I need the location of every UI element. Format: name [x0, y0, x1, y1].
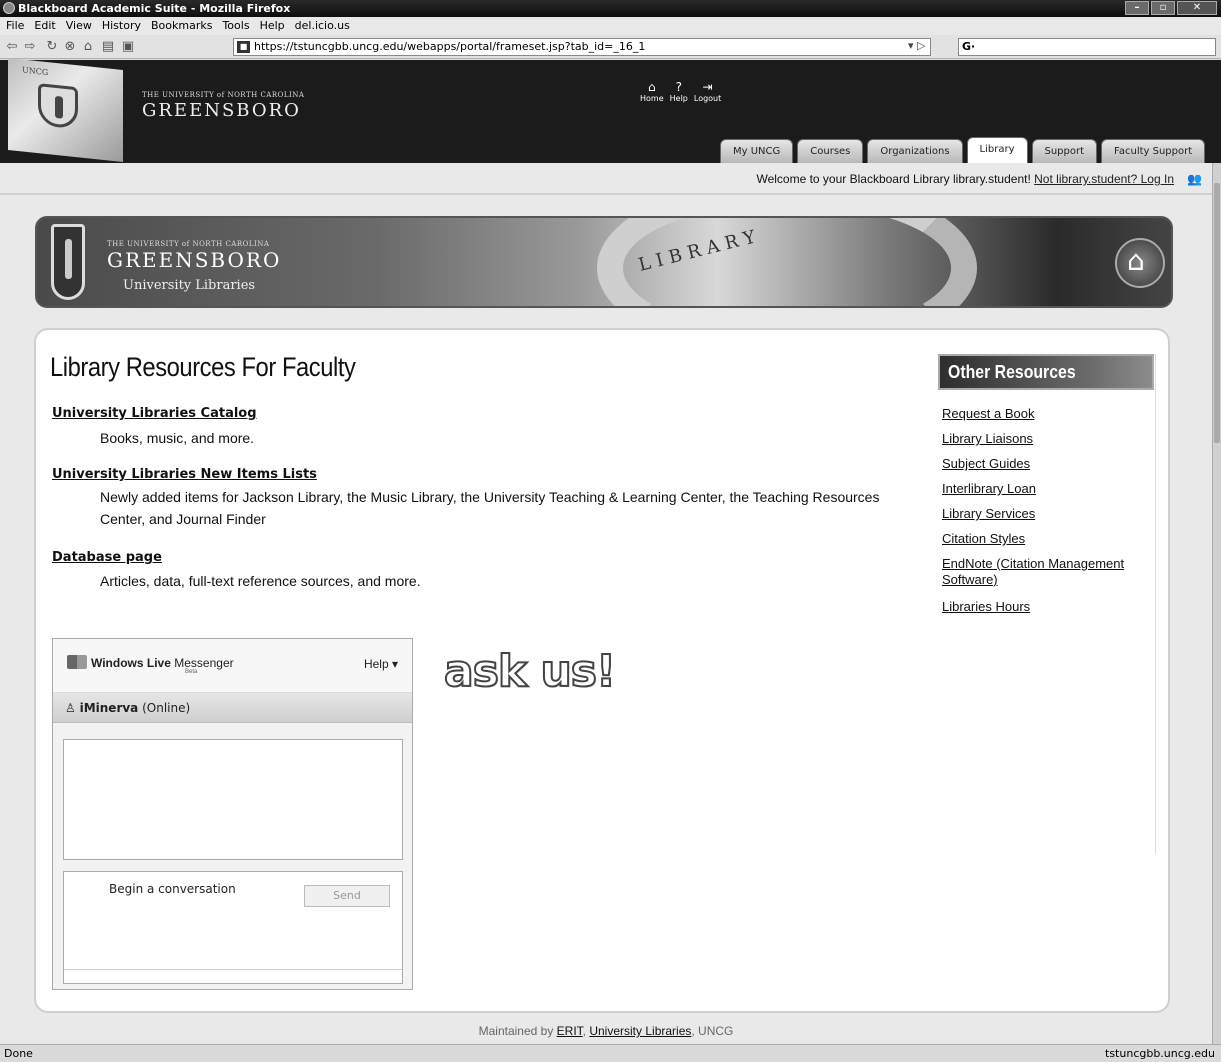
- message-input[interactable]: Begin a conversation Send: [63, 871, 403, 984]
- other-resources: Other Resources Request a Book Library L…: [936, 354, 1156, 854]
- window-controls: – ▫ ✕: [1125, 1, 1217, 15]
- messenger-header: Windows Live Messenger Beta Help ▾: [53, 639, 412, 693]
- bookmark-icon[interactable]: ▣: [120, 39, 136, 55]
- menu-view[interactable]: View: [66, 17, 92, 35]
- menu-edit[interactable]: Edit: [34, 17, 55, 35]
- catalog-link[interactable]: University Libraries Catalog: [52, 406, 257, 421]
- users-icon: 👥: [1187, 172, 1202, 186]
- main-panel: Library Resources For Faculty University…: [34, 328, 1170, 1013]
- home-icon[interactable]: ⌂: [80, 39, 96, 55]
- messenger-help-menu[interactable]: Help ▾: [364, 657, 398, 671]
- login-link[interactable]: Not library.student? Log In: [1034, 172, 1174, 186]
- footer: Maintained by ERIT, University Libraries…: [478, 1024, 734, 1038]
- menu-file[interactable]: File: [6, 17, 24, 35]
- maximize-button[interactable]: ▫: [1151, 1, 1175, 15]
- banner-name: GREENSBORO: [107, 248, 282, 272]
- window-title: Blackboard Academic Suite - Mozilla Fire…: [18, 2, 291, 15]
- menu-bookmarks[interactable]: Bookmarks: [151, 17, 212, 35]
- scroll-thumb[interactable]: [1214, 183, 1220, 443]
- contact-status: ♙ iMinerva (Online): [53, 693, 412, 723]
- print-icon[interactable]: ▤: [100, 39, 116, 55]
- tab-organizations[interactable]: Organizations: [867, 139, 963, 163]
- divider: [0, 193, 1212, 195]
- ask-us-graphic: ask us!: [443, 645, 617, 698]
- status-bar: Done tstuncgbb.uncg.edu: [0, 1044, 1221, 1062]
- site-identity-icon[interactable]: ■: [237, 41, 250, 53]
- shield-icon: [51, 224, 85, 300]
- conversation-prompt: Begin a conversation: [109, 882, 236, 896]
- content-frame: Welcome to your Blackboard Library libra…: [0, 163, 1212, 1044]
- citation-styles-link[interactable]: Citation Styles: [942, 531, 1152, 547]
- tab-support[interactable]: Support: [1031, 139, 1098, 163]
- institution-name: GREENSBORO: [142, 100, 301, 121]
- library-banner: THE UNIVERSITY of NORTH CAROLINA GREENSB…: [35, 216, 1173, 308]
- send-button[interactable]: Send: [304, 885, 390, 907]
- welcome-message: Welcome to your Blackboard Library libra…: [756, 172, 1202, 186]
- library-liaisons-link[interactable]: Library Liaisons: [942, 431, 1152, 447]
- person-icon: ♙: [65, 701, 76, 715]
- database-desc: Articles, data, full-text reference sour…: [100, 573, 421, 589]
- banner-small-text: THE UNIVERSITY of NORTH CAROLINA: [107, 240, 270, 248]
- home-icon[interactable]: [1115, 238, 1165, 288]
- windows-flag-icon: [67, 655, 87, 669]
- menu-delicious[interactable]: del.icio.us: [295, 17, 350, 35]
- status-text: Done: [4, 1047, 33, 1060]
- page-title: Library Resources For Faculty: [50, 352, 356, 382]
- help-icon: ?: [675, 80, 682, 94]
- interlibrary-loan-link[interactable]: Interlibrary Loan: [942, 481, 1152, 497]
- tab-courses[interactable]: Courses: [797, 139, 864, 163]
- logout-link[interactable]: ⇥ Logout: [694, 80, 721, 103]
- navigation-toolbar: ⇦ ⇨ ↻ ⊗ ⌂ ▤ ▣ ■ https://tstuncgbb.uncg.e…: [0, 35, 1221, 59]
- institution-small: THE UNIVERSITY of NORTH CAROLINA: [142, 91, 305, 99]
- top-links: ⌂ Home ? Help ⇥ Logout: [640, 80, 721, 103]
- menu-bar: File Edit View History Bookmarks Tools H…: [0, 17, 1221, 35]
- firefox-icon: [3, 2, 15, 14]
- search-box[interactable]: G·: [958, 38, 1216, 56]
- database-link[interactable]: Database page: [52, 550, 162, 565]
- stop-icon[interactable]: ⊗: [62, 39, 78, 55]
- endnote-link[interactable]: EndNote (Citation Management Software): [942, 556, 1152, 588]
- portal-tabs: My UNCG Courses Organizations Library Su…: [720, 137, 1206, 163]
- banner-subtitle: University Libraries: [123, 278, 256, 293]
- url-text: https://tstuncgbb.uncg.edu/webapps/porta…: [254, 40, 646, 53]
- new-items-link[interactable]: University Libraries New Items Lists: [52, 467, 317, 482]
- go-icon[interactable]: ▾ ▷: [908, 38, 925, 54]
- tab-my-uncg[interactable]: My UNCG: [720, 139, 794, 163]
- messenger-widget: Windows Live Messenger Beta Help ▾ ♙ iMi…: [52, 638, 413, 990]
- status-host: tstuncgbb.uncg.edu: [1105, 1047, 1215, 1060]
- subject-guides-link[interactable]: Subject Guides: [942, 456, 1152, 472]
- menu-history[interactable]: History: [102, 17, 141, 35]
- windows-live-logo: Windows Live Messenger Beta: [67, 655, 234, 675]
- request-book-link[interactable]: Request a Book: [942, 406, 1152, 422]
- new-items-desc: Newly added items for Jackson Library, t…: [100, 489, 880, 527]
- seal-icon: [38, 83, 78, 130]
- title-bar: Blackboard Academic Suite - Mozilla Fire…: [0, 0, 1221, 17]
- input-divider: [64, 969, 402, 970]
- forward-icon[interactable]: ⇨: [22, 39, 38, 55]
- erit-link[interactable]: ERIT: [557, 1024, 583, 1038]
- vertical-scrollbar[interactable]: [1212, 163, 1221, 1044]
- tab-library[interactable]: Library: [966, 137, 1028, 163]
- close-button[interactable]: ✕: [1177, 1, 1217, 15]
- other-resources-title: Other Resources: [938, 354, 1154, 390]
- library-services-link[interactable]: Library Services: [942, 506, 1152, 522]
- browser-window: Blackboard Academic Suite - Mozilla Fire…: [0, 0, 1221, 1062]
- reload-icon[interactable]: ↻: [44, 39, 60, 55]
- back-icon[interactable]: ⇦: [4, 39, 20, 55]
- menu-tools[interactable]: Tools: [222, 17, 249, 35]
- tab-faculty-support[interactable]: Faculty Support: [1101, 139, 1206, 163]
- logout-icon: ⇥: [702, 80, 713, 94]
- home-link[interactable]: ⌂ Home: [640, 80, 664, 103]
- menu-help[interactable]: Help: [260, 17, 285, 35]
- minimize-button[interactable]: –: [1125, 1, 1149, 15]
- google-icon[interactable]: G·: [962, 39, 982, 55]
- catalog-desc: Books, music, and more.: [100, 430, 255, 446]
- university-libraries-link[interactable]: University Libraries: [589, 1024, 691, 1038]
- conversation-area: [63, 739, 403, 860]
- home-icon: ⌂: [648, 80, 656, 94]
- address-bar[interactable]: ■ https://tstuncgbb.uncg.edu/webapps/por…: [233, 38, 931, 56]
- libraries-hours-link[interactable]: Libraries Hours: [942, 599, 1152, 615]
- uncg-flag-logo: UNCG: [8, 57, 123, 163]
- help-link[interactable]: ? Help: [670, 80, 688, 103]
